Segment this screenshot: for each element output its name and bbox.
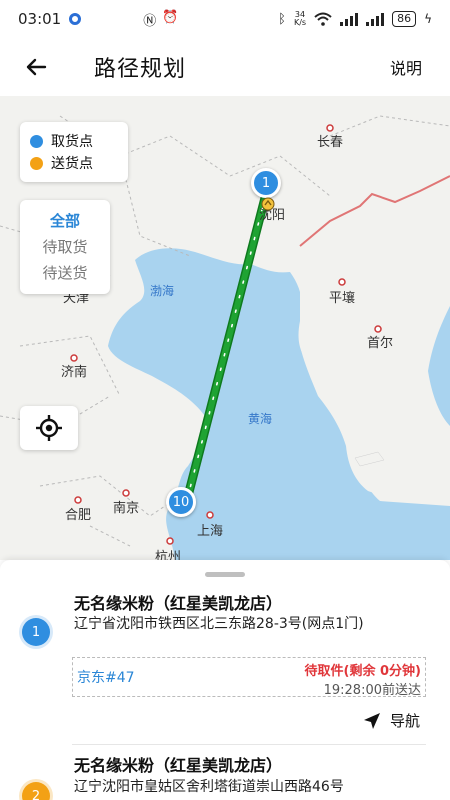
net-speed: 34 K/s xyxy=(293,10,307,27)
navigation-arrow-icon xyxy=(363,712,380,729)
city-seoul: 首尔 xyxy=(366,336,394,351)
pickup-dot-icon xyxy=(30,134,43,148)
filter-pending-pickup[interactable]: 待取货 xyxy=(20,234,110,260)
sheet-drag-handle[interactable] xyxy=(205,572,245,577)
filter-all[interactable]: 全部 xyxy=(20,208,110,234)
charging-icon: ϟ xyxy=(424,12,432,26)
store-address: 辽宁沈阳市皇姑区舍利塔街道崇山西路46号 xyxy=(74,779,344,795)
nfc-icon: Ⓝ xyxy=(143,13,157,29)
order-filter: 全部 待取货 待送货 xyxy=(20,200,110,294)
help-button[interactable]: 说明 xyxy=(390,55,422,79)
city-hangzhou: 杭州 xyxy=(154,550,182,560)
order-deadline: 19:28:00前送达 xyxy=(323,683,421,698)
locate-button[interactable] xyxy=(20,406,78,450)
map-marker-1[interactable]: 1 xyxy=(251,168,281,198)
status-bar: 03:01 Ⓝ ⏰ ᛒ 34 K/s 86 ϟ xyxy=(0,0,450,38)
battery-indicator: 86 xyxy=(392,11,417,27)
map-legend: 取货点 送货点 xyxy=(20,122,128,182)
sea-bohai: 渤海 xyxy=(150,284,175,298)
page-title: 路径规划 xyxy=(94,57,187,82)
sea-yellow: 黄海 xyxy=(248,412,273,426)
order-status: 待取件(剩余 0分钟) xyxy=(304,664,421,679)
back-arrow-icon xyxy=(26,58,47,76)
legend-pickup: 取货点 xyxy=(30,130,118,152)
route-map[interactable]: 长春 沈阳 天津 平壤 首尔 济南 合肥 南京 上海 杭州 渤海 黄海 取货点 … xyxy=(0,96,450,560)
order-divider xyxy=(72,744,426,745)
map-marker-10[interactable]: 10 xyxy=(166,487,196,517)
order-sheet[interactable]: 1 无名缘米粉（红星美凯龙店） 辽宁省沈阳市铁西区北三东路28-3号(网点1门)… xyxy=(0,560,450,800)
signal-icon xyxy=(340,12,359,26)
city-hefei: 合肥 xyxy=(64,508,92,523)
back-button[interactable] xyxy=(16,47,56,87)
signal-icon-2 xyxy=(366,12,385,26)
city-nanjing: 南京 xyxy=(112,501,140,516)
order-info-box: 京东#47 待取件(剩余 0分钟) 19:28:00前送达 xyxy=(72,657,426,698)
store-address: 辽宁省沈阳市铁西区北三东路28-3号(网点1门) xyxy=(74,616,364,632)
status-mid-icons: Ⓝ ⏰ xyxy=(143,10,178,29)
filter-pending-delivery[interactable]: 待送货 xyxy=(20,260,110,286)
city-changchun: 长春 xyxy=(316,135,344,150)
national-border xyxy=(299,175,450,247)
city-jinan: 济南 xyxy=(60,365,88,380)
status-right-icons: ᛒ 34 K/s 86 ϟ xyxy=(278,11,432,27)
order-number-badge: 1 xyxy=(22,618,50,646)
rider-icon xyxy=(261,197,275,211)
city-pyongyang: 平壤 xyxy=(328,291,356,306)
navigate-button[interactable]: 导航 xyxy=(362,710,420,731)
bluetooth-icon: ᛒ xyxy=(278,11,286,27)
delivery-dot-icon xyxy=(30,156,43,170)
order-id: 京东#47 xyxy=(77,670,135,686)
alarm-icon: ⏰ xyxy=(162,9,179,25)
store-name: 无名缘米粉（红星美凯龙店） xyxy=(74,756,283,775)
store-name: 无名缘米粉（红星美凯龙店） xyxy=(74,594,283,613)
order-number-badge: 2 xyxy=(22,782,50,800)
legend-delivery: 送货点 xyxy=(30,152,118,174)
status-time: 03:01 xyxy=(18,10,62,28)
sea-east xyxy=(428,306,450,426)
wifi-icon xyxy=(314,12,332,26)
crosshair-icon xyxy=(36,415,62,441)
city-shanghai: 上海 xyxy=(196,524,224,539)
app-header: 路径规划 说明 xyxy=(0,38,450,96)
app-notification-icon xyxy=(69,13,82,25)
